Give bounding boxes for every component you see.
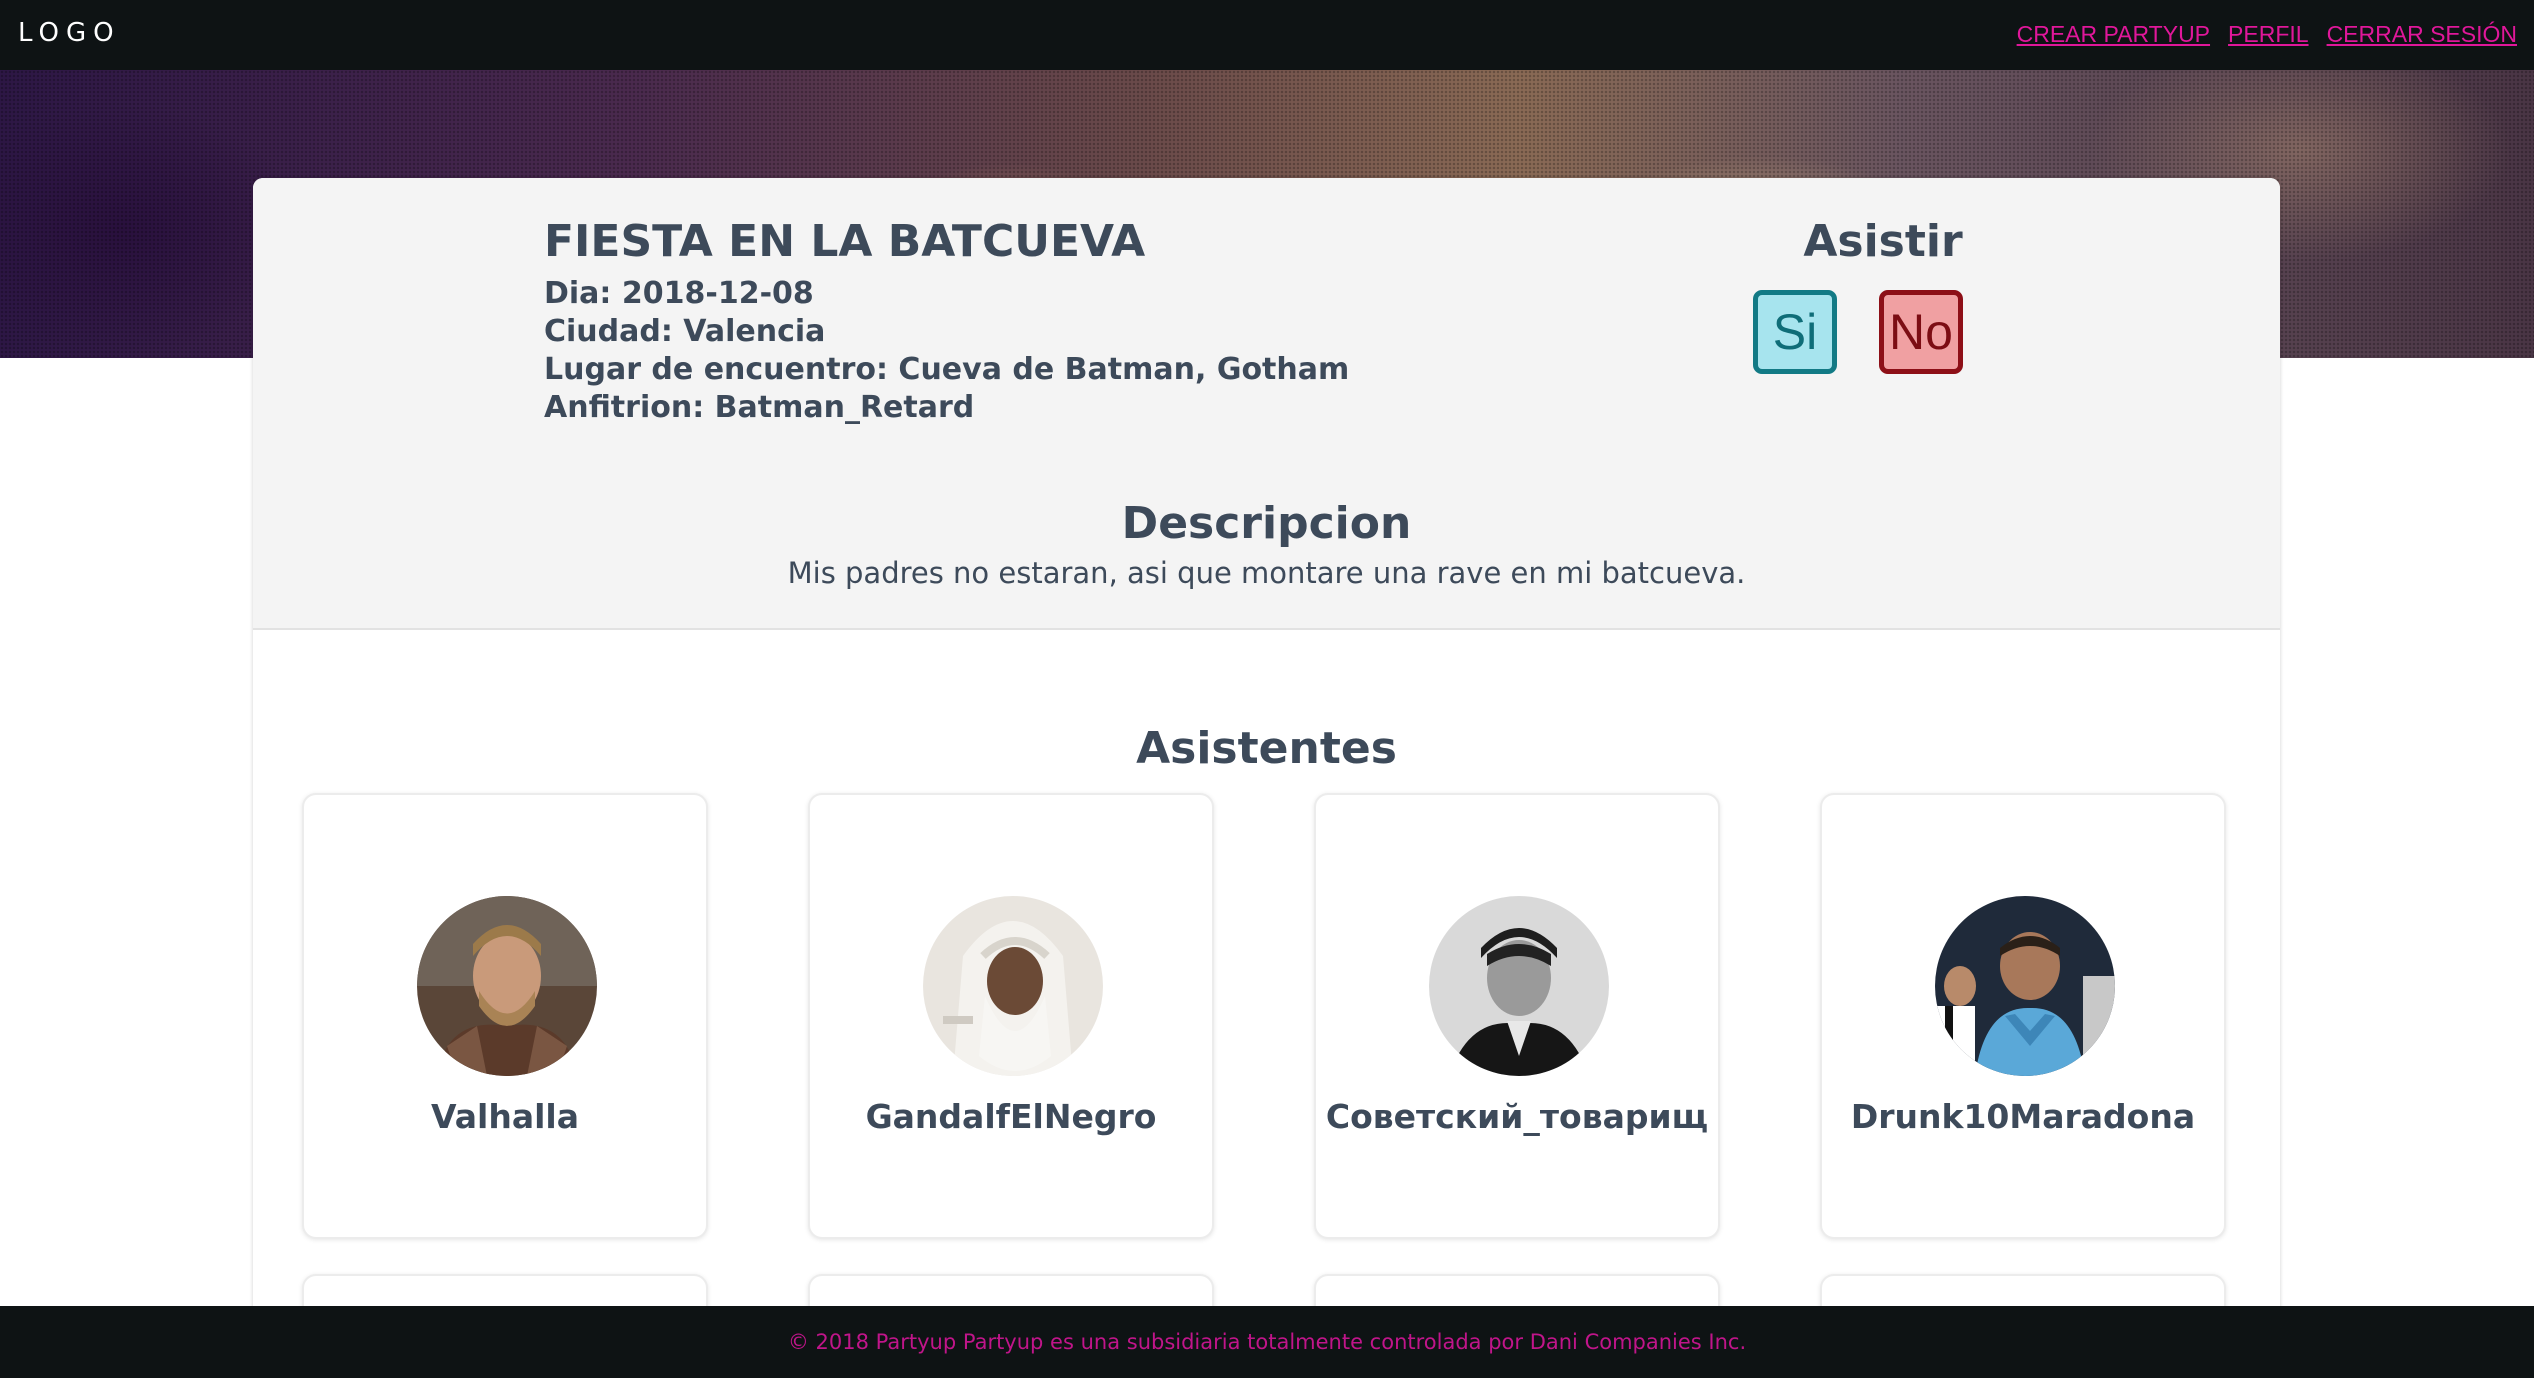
- event-host: Anfitrion: Batman_Retard: [544, 390, 975, 425]
- event-place: Lugar de encuentro: Cueva de Batman, Got…: [544, 352, 1350, 387]
- attendee-name: GandalfElNegro: [865, 1097, 1157, 1136]
- description-text: Mis padres no estaran, asi que montare u…: [787, 556, 1746, 590]
- attendee-name: Valhalla: [431, 1097, 579, 1136]
- attendee-card[interactable]: Valhalla: [302, 793, 708, 1239]
- top-navbar: LOGO CREAR PARTYUP PERFIL CERRAR SESIÓN: [0, 0, 2534, 70]
- assist-title: Asistir: [1803, 216, 1963, 267]
- attendees-title: Asistentes: [1136, 723, 1397, 774]
- viking-avatar-image: [417, 896, 597, 1076]
- assist-no-button[interactable]: No: [1879, 290, 1963, 374]
- description-title: Descripcion: [1121, 498, 1412, 549]
- nav-link-cerrar-sesion[interactable]: CERRAR SESIÓN: [2327, 21, 2517, 48]
- footer-copyright: © 2018 Partyup Partyup es una subsidiari…: [787, 1330, 1747, 1354]
- nav-link-crear-partyup[interactable]: CREAR PARTYUP: [2017, 21, 2210, 48]
- attendee-name: Советский_товарищ: [1325, 1097, 1709, 1136]
- event-container: FIESTA EN LA BATCUEVA Dia: 2018-12-08 Ci…: [253, 178, 2280, 1328]
- bw-portrait-avatar-image: [1429, 896, 1609, 1076]
- avatar: [417, 896, 597, 1076]
- footer: © 2018 Partyup Partyup es una subsidiari…: [0, 1306, 2534, 1378]
- event-title: FIESTA EN LA BATCUEVA: [544, 216, 1146, 267]
- wizard-avatar-image: [923, 896, 1103, 1076]
- logo[interactable]: LOGO: [18, 18, 121, 48]
- event-date: Dia: 2018-12-08: [544, 276, 814, 311]
- football-fan-avatar-image: [1935, 896, 2115, 1076]
- nav-link-perfil[interactable]: PERFIL: [2228, 21, 2309, 48]
- event-city: Ciudad: Valencia: [544, 314, 826, 349]
- attendee-card[interactable]: GandalfElNegro: [808, 793, 1214, 1239]
- avatar: [1935, 896, 2115, 1076]
- event-info-panel: FIESTA EN LA BATCUEVA Dia: 2018-12-08 Ci…: [253, 178, 2280, 630]
- attendee-name: Drunk10Maradona: [1850, 1097, 2196, 1136]
- attendee-card[interactable]: Советский_товарищ: [1314, 793, 1720, 1239]
- avatar: [923, 896, 1103, 1076]
- avatar: [1429, 896, 1609, 1076]
- assist-yes-button[interactable]: Si: [1753, 290, 1837, 374]
- nav-links: CREAR PARTYUP PERFIL CERRAR SESIÓN: [2017, 21, 2517, 48]
- attendee-card[interactable]: Drunk10Maradona: [1820, 793, 2226, 1239]
